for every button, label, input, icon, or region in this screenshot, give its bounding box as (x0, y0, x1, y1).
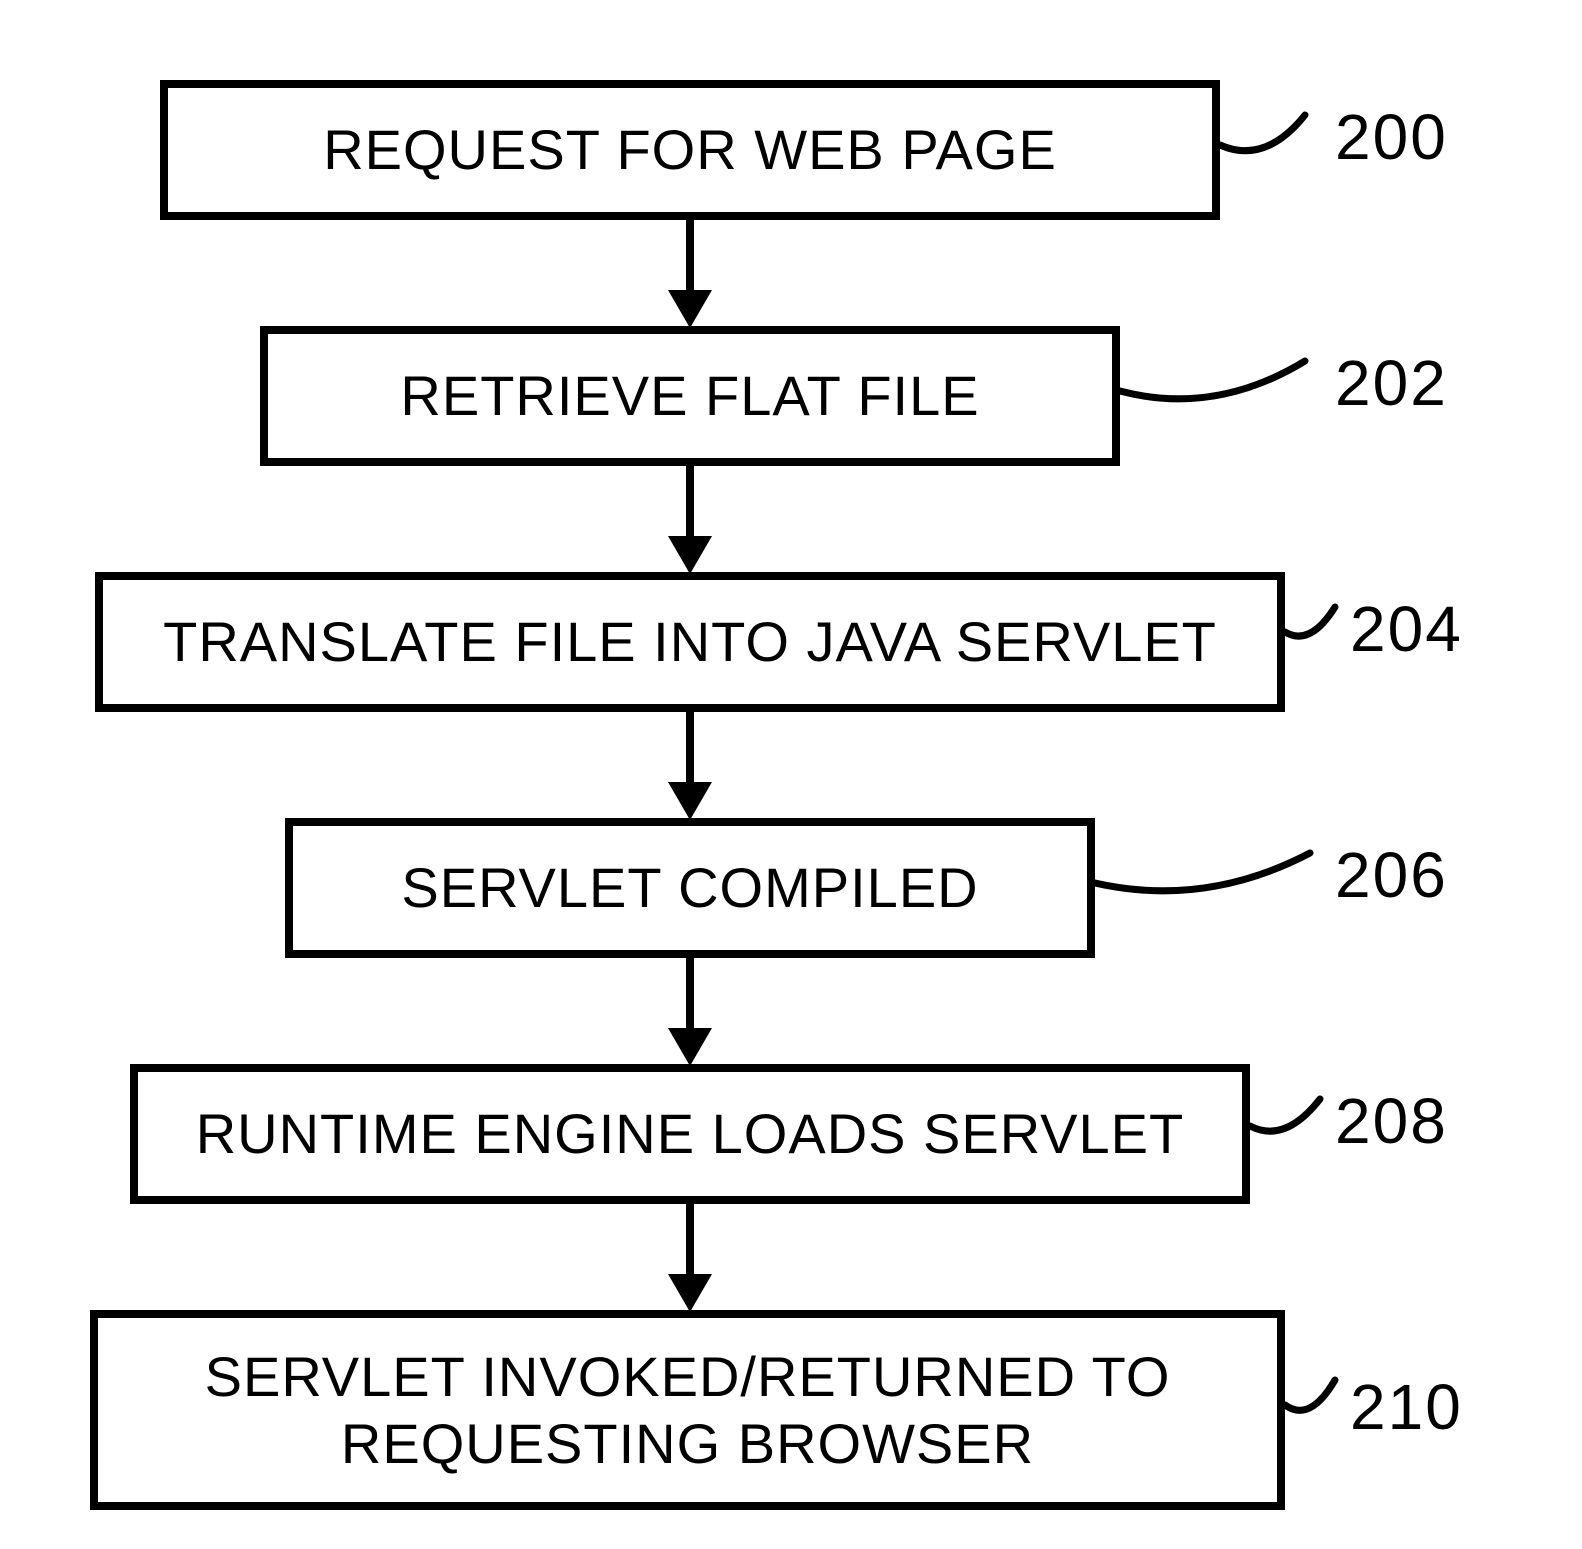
ref-number: 210 (1350, 1370, 1463, 1444)
ref-number: 206 (1335, 838, 1448, 912)
ref-connector (1095, 848, 1325, 918)
flow-arrow (660, 1204, 720, 1314)
flow-step-200: REQUEST FOR WEB PAGE (160, 80, 1220, 220)
ref-number: 204 (1350, 592, 1463, 666)
flow-step-210: SERVLET INVOKED/RETURNED TO REQUESTING B… (90, 1310, 1285, 1510)
flow-arrow (660, 466, 720, 576)
flowchart-canvas: REQUEST FOR WEB PAGE 200 RETRIEVE FLAT F… (0, 0, 1582, 1549)
flow-step-label: REQUEST FOR WEB PAGE (323, 116, 1057, 183)
flow-step-202: RETRIEVE FLAT FILE (260, 326, 1120, 466)
flow-step-label: TRANSLATE FILE INTO JAVA SERVLET (163, 608, 1217, 675)
ref-number: 208 (1335, 1084, 1448, 1158)
flow-step-204: TRANSLATE FILE INTO JAVA SERVLET (95, 572, 1285, 712)
ref-connector (1285, 1375, 1345, 1445)
flow-step-label: RETRIEVE FLAT FILE (400, 362, 979, 429)
flow-step-label: RUNTIME ENGINE LOADS SERVLET (196, 1100, 1185, 1167)
flow-step-206: SERVLET COMPILED (285, 818, 1095, 958)
ref-connector (1120, 356, 1320, 426)
flow-arrow (660, 712, 720, 822)
flow-arrow (660, 220, 720, 330)
ref-number: 202 (1335, 346, 1448, 420)
ref-number: 200 (1335, 100, 1448, 174)
flow-step-label: SERVLET INVOKED/RETURNED TO REQUESTING B… (205, 1343, 1171, 1477)
ref-connector (1285, 602, 1345, 672)
flow-step-208: RUNTIME ENGINE LOADS SERVLET (130, 1064, 1250, 1204)
ref-connector (1250, 1094, 1330, 1164)
flow-step-label: SERVLET COMPILED (401, 854, 978, 921)
flow-arrow (660, 958, 720, 1068)
ref-connector (1220, 110, 1320, 180)
